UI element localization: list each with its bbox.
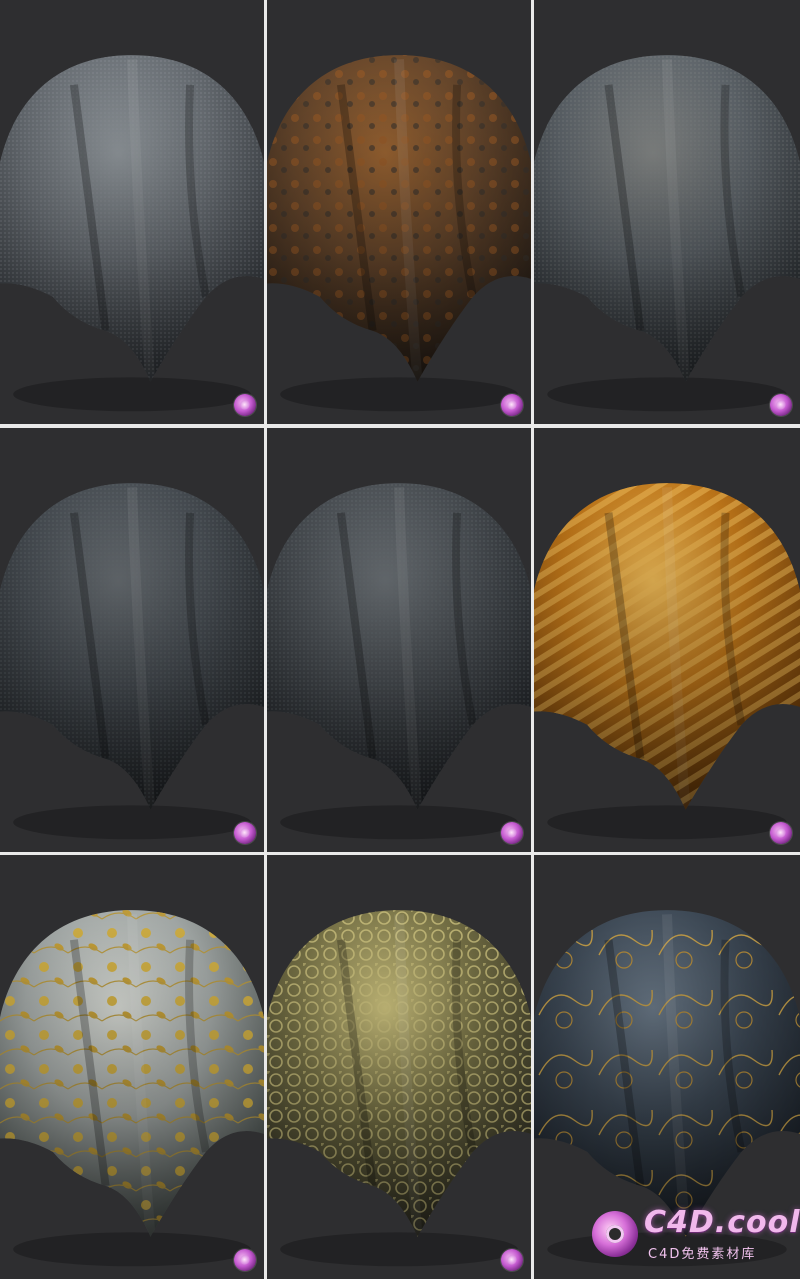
c4d-logo-icon: [234, 394, 256, 416]
drape-render: [0, 855, 264, 1279]
drape-render: [534, 0, 800, 424]
watermark-subtitle: C4D免费素材库: [648, 1247, 757, 1262]
material-swatch-rusted-fabric: [267, 0, 531, 424]
site-watermark: C4D.cool C4D免费素材库: [592, 1205, 799, 1267]
material-swatch-dark-felt: [0, 428, 264, 852]
material-swatch-gold-lace: [267, 855, 531, 1279]
material-swatch-denim-grey: [0, 0, 264, 424]
c4d-logo-icon: [770, 394, 792, 416]
drape-render: [267, 0, 531, 424]
material-swatch-worn-grey: [534, 0, 800, 424]
drape-render: [0, 428, 264, 852]
c4d-logo-icon: [770, 822, 792, 844]
c4d-logo-icon: [234, 1249, 256, 1271]
c4d-logo-icon: [501, 1249, 523, 1271]
drape-render: [267, 428, 531, 852]
watermark-title: C4D.cool: [644, 1205, 800, 1240]
drape-render: [267, 855, 531, 1279]
drape-render: [534, 428, 800, 852]
material-preview-grid: [0, 0, 800, 1279]
material-swatch-charcoal-felt: [267, 428, 531, 852]
c4d-logo-icon: [592, 1211, 638, 1257]
material-swatch-floral-silk: [0, 855, 264, 1279]
c4d-logo-icon: [234, 822, 256, 844]
material-swatch-gold-ribbed: [534, 428, 800, 852]
c4d-logo-icon: [501, 822, 523, 844]
c4d-logo-icon: [501, 394, 523, 416]
drape-render: [0, 0, 264, 424]
